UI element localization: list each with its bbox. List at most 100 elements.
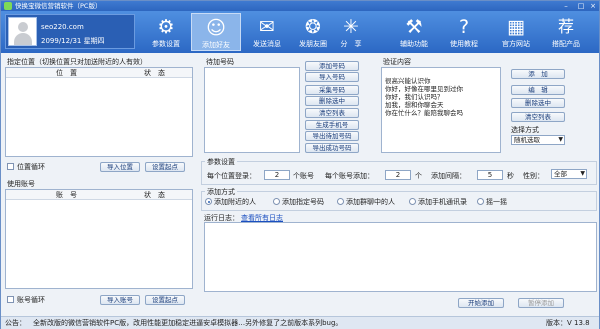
add-mode-title: 添加方式: [205, 187, 237, 197]
title-bar: 快换宝微信营销软件（PC版） – □ ×: [1, 1, 599, 11]
toolbar-params-button[interactable]: ⚙ 参数设置: [141, 13, 191, 51]
avatar-body-icon: [14, 33, 32, 45]
account-loop-checkbox[interactable]: [7, 296, 14, 303]
toolbar: seo220.com 2099/12/31 星期四 ⚙ 参数设置 ☺ 添加好友 …: [1, 11, 599, 53]
import-account-button[interactable]: 导入账号: [100, 295, 140, 305]
user-profile: seo220.com 2099/12/31 星期四: [5, 14, 135, 49]
radio-add-nearby[interactable]: [205, 198, 212, 205]
location-title: 指定位置（切换位置只对加送附近的人有效）: [7, 58, 147, 66]
col-account: 账 号: [56, 191, 77, 199]
account-loop-label: 账号循环: [17, 296, 45, 304]
account-table[interactable]: 账 号 状 态: [5, 189, 193, 289]
log-area[interactable]: [204, 222, 597, 292]
per-account-label: 每个账号添加：: [325, 172, 374, 180]
delete-selected-verify-button[interactable]: 删除选中: [511, 98, 565, 108]
verify-title: 验证内容: [383, 58, 411, 66]
select-mode-dropdown[interactable]: 随机选取 ▼: [511, 135, 565, 145]
moments-icon: ❂: [305, 16, 321, 38]
radio-add-nearby-label: 添加附近的人: [214, 198, 256, 206]
col-status: 状 态: [144, 69, 165, 77]
pause-add-button[interactable]: 暂停添加: [518, 298, 564, 308]
delete-selected-number-button[interactable]: 删除选中: [305, 96, 359, 106]
gender-dropdown[interactable]: 全部 ▼: [551, 169, 587, 179]
radio-add-group-label: 添加群聊中的人: [346, 198, 395, 206]
numbers-list[interactable]: [204, 67, 300, 153]
location-loop-label: 位置循环: [17, 163, 45, 171]
avatar-head-icon: [18, 22, 28, 32]
verify-content-text: 很高兴能认识你 你好，好像在哪里见到过你 你好，我们认识吗？ 加我，想和你聊会天…: [385, 77, 463, 117]
location-table-header: 位 置 状 态: [6, 68, 192, 78]
radio-add-contacts[interactable]: [409, 198, 416, 205]
toolbar-share-button[interactable]: ✳ 分 享: [326, 13, 376, 51]
add-mode-group: [201, 191, 597, 211]
account-table-header: 账 号 状 态: [6, 190, 192, 200]
start-add-button[interactable]: 开始添加: [458, 298, 504, 308]
interval-unit: 秒: [507, 172, 514, 180]
app-logo-icon: [4, 2, 12, 10]
recommend-icon: 荐: [557, 17, 574, 36]
toolbar-add-friend-button[interactable]: ☺ 添加好友: [191, 13, 241, 51]
import-location-button[interactable]: 导入位置: [100, 162, 140, 172]
help-icon: ?: [458, 16, 470, 38]
gear-icon: ⚙: [157, 16, 175, 38]
add-number-button[interactable]: 添加号码: [305, 61, 359, 71]
edit-verify-button[interactable]: 编 辑: [511, 85, 565, 95]
share-icon: ✳: [343, 16, 359, 38]
per-login-input[interactable]: 2: [264, 170, 290, 180]
export-pending-button[interactable]: 导出待加号码: [305, 131, 359, 141]
clear-number-list-button[interactable]: 清空列表: [305, 108, 359, 118]
maximize-icon[interactable]: □: [576, 2, 586, 10]
set-location-start-button[interactable]: 设置起点: [145, 162, 185, 172]
profile-expiry-date: 2099/12/31 星期四: [41, 37, 105, 45]
website-icon: ▦: [507, 16, 525, 38]
avatar[interactable]: [8, 17, 37, 46]
location-table[interactable]: 位 置 状 态: [5, 67, 193, 157]
radio-add-group[interactable]: [337, 198, 344, 205]
toolbar-tools-button[interactable]: ⚒ 辅助功能: [389, 13, 439, 51]
status-bar: 公告： 全新改版的微信营销软件PC版，改用性能更加稳定进逼安卓模拟器…另外修复了…: [1, 316, 599, 329]
notice-label: 公告：: [5, 319, 26, 327]
col-status: 状 态: [144, 191, 165, 199]
tools-icon: ⚒: [405, 16, 423, 38]
interval-input[interactable]: 5: [477, 170, 503, 180]
add-verify-button[interactable]: 添 加: [511, 69, 565, 79]
version-text: 版本：V 13.8: [546, 319, 590, 327]
app-window: 快换宝微信营销软件（PC版） – □ × seo220.com 2099/12/…: [0, 0, 600, 329]
set-account-start-button[interactable]: 设置起点: [145, 295, 185, 305]
per-login-unit: 个账号: [293, 172, 314, 180]
radio-add-specified-label: 添加指定号码: [282, 198, 324, 206]
select-mode-label: 选择方式: [511, 126, 539, 134]
window-title: 快换宝微信营销软件（PC版）: [15, 2, 102, 10]
radio-shake-label: 摇一摇: [486, 198, 507, 206]
account-title: 使用账号: [7, 180, 35, 188]
clear-verify-list-button[interactable]: 清空列表: [511, 112, 565, 122]
per-account-input[interactable]: 2: [385, 170, 411, 180]
numbers-title: 待加号码: [206, 58, 234, 66]
radio-add-contacts-label: 添加手机通讯录: [418, 198, 467, 206]
toolbar-send-message-button[interactable]: ✉ 发送消息: [242, 13, 292, 51]
send-message-icon: ✉: [259, 16, 275, 38]
toolbar-website-button[interactable]: ▦ 官方网站: [491, 13, 541, 51]
export-success-button[interactable]: 导出成功号码: [305, 143, 359, 153]
minimize-icon[interactable]: –: [561, 2, 571, 10]
gender-label: 性别：: [523, 172, 544, 180]
notice-text: 全新改版的微信营销软件PC版，改用性能更加稳定进逼安卓模拟器…另外修复了之前版本…: [33, 319, 343, 327]
toolbar-tutorial-button[interactable]: ? 使用教程: [439, 13, 489, 51]
per-login-label: 每个位置登录：: [207, 172, 256, 180]
add-user-icon: ☺: [206, 17, 226, 39]
import-number-button[interactable]: 导入号码: [305, 72, 359, 82]
location-loop-checkbox[interactable]: [7, 163, 14, 170]
col-position: 位 置: [56, 69, 77, 77]
close-icon[interactable]: ×: [588, 2, 598, 10]
profile-name: seo220.com: [41, 23, 84, 31]
collect-number-button[interactable]: 采集号码: [305, 85, 359, 95]
toolbar-recommend-button[interactable]: 荐 搭配产品: [541, 13, 591, 51]
interval-label: 添加间隔：: [431, 172, 466, 180]
chevron-down-icon: ▼: [580, 170, 585, 177]
per-account-unit: 个: [415, 172, 422, 180]
chevron-down-icon: ▼: [558, 136, 563, 143]
generate-phone-button[interactable]: 生成手机号: [305, 120, 359, 130]
radio-shake[interactable]: [477, 198, 484, 205]
params-title: 参数设置: [205, 157, 237, 167]
radio-add-specified[interactable]: [273, 198, 280, 205]
